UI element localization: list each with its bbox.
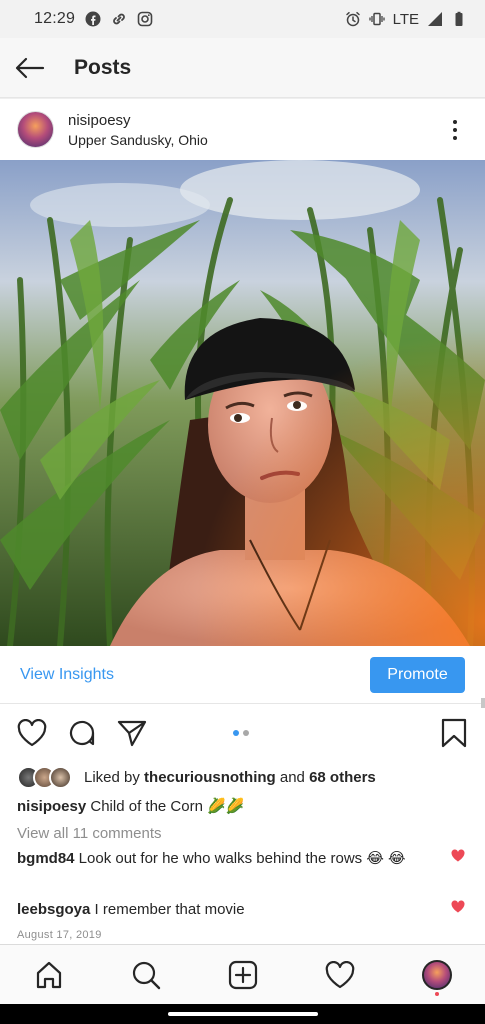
comment-like-icon[interactable] [451,849,465,862]
search-icon [132,961,160,989]
more-dot-icon [453,119,457,124]
signal-icon [428,12,442,26]
gesture-bar [0,1004,485,1024]
bookmark-icon [441,718,467,748]
link-icon [113,13,125,25]
likes-prefix: Liked by [84,768,145,786]
instagram-icon [137,11,153,27]
status-bar: 12:29 LTE [0,0,485,38]
post-photo [0,160,485,646]
heart-icon [17,719,47,747]
comment-icon [69,720,95,746]
back-arrow-icon [15,57,45,78]
comment: leebsgoya I remember that movie [17,898,432,921]
view-insights-link[interactable]: View Insights [20,666,114,684]
post-location[interactable]: Upper Sandusky, Ohio [68,132,208,148]
liker-username[interactable]: thecuriousnothing [144,769,276,786]
comment-username[interactable]: bgmd84 [17,850,75,867]
comment-like-icon[interactable] [451,900,465,913]
action-row [0,704,485,762]
comment: bgmd84 Look out for he who walks behind … [17,847,432,870]
post-user-info: nisipoesy Upper Sandusky, Ohio [68,112,208,148]
vibrate-icon [368,12,385,26]
notification-dot [434,991,439,996]
nav-search[interactable] [121,950,171,1000]
likes-row[interactable]: Liked by thecuriousnothing and 68 others [17,764,376,790]
home-icon [36,961,61,988]
post-date: August 17, 2019 [17,929,102,941]
heart-icon [325,960,354,988]
avatar[interactable] [17,111,54,148]
nav-activity[interactable] [315,950,365,1000]
avatar [421,959,452,990]
back-button[interactable] [0,38,60,98]
page-title: Posts [74,55,132,79]
more-options-button[interactable] [445,115,465,145]
post-username[interactable]: nisipoesy [68,112,208,129]
more-dot-icon [453,127,457,132]
comment-text: I remember that movie [90,901,245,918]
nav-profile[interactable] [412,950,462,1000]
battery-icon [455,11,463,26]
avatar [49,765,72,789]
network-label: LTE [392,10,419,28]
caption-text: Child of the Corn 🌽🌽 [86,798,245,815]
alarm-icon [345,11,360,27]
view-all-comments-link[interactable]: View all 11 comments [17,822,162,844]
post-image[interactable] [0,160,485,646]
more-dot-icon [453,135,457,140]
caption: nisipoesy Child of the Corn 🌽🌽 [17,794,244,818]
status-time: 12:29 [34,10,76,27]
post-header: nisipoesy Upper Sandusky, Ohio [0,98,485,160]
likes-others[interactable]: 68 others [309,769,376,786]
liker-avatars [17,765,72,789]
promote-button[interactable]: Promote [370,656,465,693]
caption-username[interactable]: nisipoesy [17,798,86,815]
home-indicator[interactable] [167,1012,318,1016]
top-bar: Posts [0,38,485,98]
comment-text: Look out for he who walks behind the row… [74,850,406,867]
like-button[interactable] [17,718,47,748]
facebook-icon [85,11,101,27]
comment-username[interactable]: leebsgoya [17,901,90,918]
bottom-nav [0,944,485,1004]
likes-middle: and [275,768,310,786]
nav-home[interactable] [24,950,74,1000]
carousel-indicator [233,730,249,736]
share-button[interactable] [117,718,147,748]
add-post-icon [228,960,257,989]
send-icon [117,720,147,747]
carousel-dot-active [233,730,239,736]
comment-button[interactable] [67,718,97,748]
save-button[interactable] [441,718,467,753]
nav-new-post[interactable] [218,950,268,1000]
insights-row: View Insights Promote [0,646,485,704]
carousel-dot [243,730,249,736]
